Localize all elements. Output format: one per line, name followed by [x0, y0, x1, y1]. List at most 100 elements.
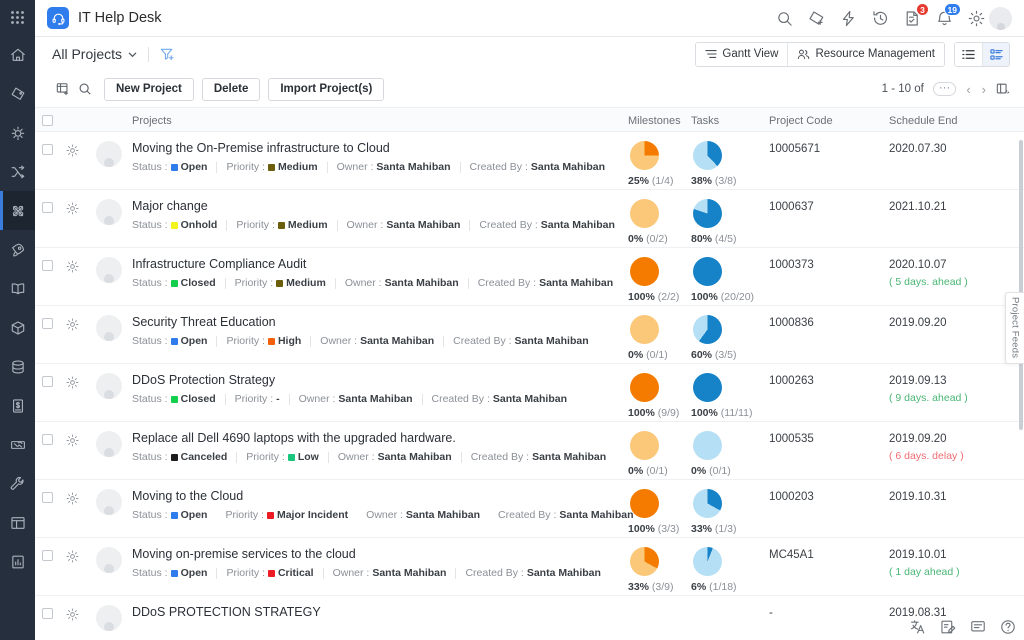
- sidebar-item-projects[interactable]: [0, 191, 35, 230]
- filter-add-icon[interactable]: [160, 47, 175, 62]
- row-checkbox[interactable]: [42, 434, 53, 445]
- project-filter-dropdown[interactable]: All Projects: [52, 46, 137, 62]
- sidebar-item-contracts[interactable]: [0, 425, 35, 464]
- chevron-right-icon[interactable]: ›: [981, 82, 987, 97]
- task-pie-chart: [693, 199, 722, 228]
- table-row[interactable]: Moving on-premise services to the cloud …: [35, 538, 1024, 596]
- row-checkbox[interactable]: [42, 144, 53, 155]
- column-settings-icon[interactable]: [52, 78, 74, 100]
- project-name-link[interactable]: Moving on-premise services to the cloud: [132, 547, 620, 561]
- created-by-value: Santa Mahiban: [532, 451, 606, 463]
- project-name-link[interactable]: Replace all Dell 4690 laptops with the u…: [132, 431, 620, 445]
- table-header: Projects Milestones Tasks Project Code S…: [35, 107, 1024, 132]
- row-settings-icon[interactable]: [60, 199, 85, 215]
- chat-icon: [970, 619, 986, 635]
- translate-icon: [910, 619, 926, 635]
- import-projects-button[interactable]: Import Project(s): [268, 78, 384, 101]
- priority-label: Priority :: [235, 277, 274, 289]
- owner-value: Santa Mahiban: [378, 451, 452, 463]
- user-avatar[interactable]: [989, 7, 1012, 30]
- table-row[interactable]: Moving the On-Premise infrastructure to …: [35, 132, 1024, 190]
- project-list[interactable]: Moving the On-Premise infrastructure to …: [35, 132, 1024, 640]
- row-checkbox[interactable]: [42, 492, 53, 503]
- apps-grid-icon[interactable]: [0, 0, 35, 35]
- history-icon[interactable]: [871, 9, 890, 28]
- row-checkbox[interactable]: [42, 318, 53, 329]
- sidebar-item-releases[interactable]: [0, 230, 35, 269]
- search-icon[interactable]: [775, 9, 794, 28]
- row-checkbox[interactable]: [42, 260, 53, 271]
- new-project-button[interactable]: New Project: [104, 78, 194, 101]
- list-view-icon[interactable]: [955, 43, 982, 66]
- settings-gear-icon[interactable]: [967, 9, 986, 28]
- pagination-more-button[interactable]: ···: [933, 82, 957, 96]
- translate-icon[interactable]: [910, 619, 926, 635]
- settings-gear-icon: [66, 260, 79, 273]
- quick-actions-icon[interactable]: [839, 9, 858, 28]
- project-feeds-tab[interactable]: Project Feeds: [1005, 292, 1024, 364]
- schedule-end-cell: 2019.10.01 ( 1 day ahead ): [889, 547, 1024, 578]
- project-name-link[interactable]: Major change: [132, 199, 620, 213]
- rocket-icon: [10, 242, 26, 258]
- status-badge: [171, 396, 178, 403]
- search-icon[interactable]: [74, 78, 96, 100]
- status-badge: [171, 280, 178, 287]
- sidebar-item-purchase[interactable]: [0, 386, 35, 425]
- sidebar-item-tickets[interactable]: [0, 74, 35, 113]
- sidebar-item-assets[interactable]: [0, 308, 35, 347]
- row-settings-icon[interactable]: [60, 373, 85, 389]
- chat-icon[interactable]: [970, 619, 986, 635]
- table-row[interactable]: Infrastructure Compliance Audit Status :…: [35, 248, 1024, 306]
- notifications-icon[interactable]: 19: [935, 9, 954, 28]
- select-all-checkbox[interactable]: [42, 115, 53, 126]
- gantt-view-button[interactable]: Gantt View: [696, 43, 787, 66]
- table-row[interactable]: DDoS PROTECTION STRATEGY - 2019.08.31: [35, 596, 1024, 640]
- delete-button[interactable]: Delete: [202, 78, 261, 101]
- project-name-link[interactable]: Security Threat Education: [132, 315, 620, 329]
- project-name-link[interactable]: Moving the On-Premise infrastructure to …: [132, 141, 620, 155]
- sidebar-item-dashboards[interactable]: [0, 503, 35, 542]
- help-icon[interactable]: [1000, 619, 1016, 635]
- project-name-link[interactable]: DDoS Protection Strategy: [132, 373, 620, 387]
- row-settings-icon[interactable]: [60, 489, 85, 505]
- table-row[interactable]: Replace all Dell 4690 laptops with the u…: [35, 422, 1024, 480]
- task-pie-chart: [693, 141, 722, 170]
- row-settings-icon[interactable]: [60, 315, 85, 331]
- detail-view-icon[interactable]: [982, 43, 1009, 66]
- vertical-scrollbar[interactable]: [1019, 140, 1023, 430]
- chevron-left-icon[interactable]: ‹: [965, 82, 971, 97]
- sidebar-item-home[interactable]: [0, 35, 35, 74]
- sidebar-item-setup[interactable]: [0, 464, 35, 503]
- row-settings-icon[interactable]: [60, 547, 85, 563]
- resource-management-button[interactable]: Resource Management: [787, 43, 944, 66]
- project-code-cell: MC45A1: [769, 547, 889, 561]
- sidebar-item-cmdb[interactable]: [0, 347, 35, 386]
- project-name-link[interactable]: DDoS PROTECTION STRATEGY: [132, 605, 620, 619]
- approvals-icon[interactable]: 3: [903, 9, 922, 28]
- table-row[interactable]: DDoS Protection Strategy Status : Closed…: [35, 364, 1024, 422]
- sidebar-item-problems[interactable]: [0, 113, 35, 152]
- row-settings-icon[interactable]: [60, 257, 85, 273]
- row-checkbox[interactable]: [42, 550, 53, 561]
- table-row[interactable]: Major change Status : Onhold Priority : …: [35, 190, 1024, 248]
- row-checkbox[interactable]: [42, 202, 53, 213]
- table-row[interactable]: Moving to the Cloud Status : Open Priori…: [35, 480, 1024, 538]
- row-checkbox[interactable]: [42, 376, 53, 387]
- layout-settings-icon[interactable]: [996, 82, 1010, 96]
- edit-note-icon[interactable]: [940, 619, 956, 635]
- sidebar-item-changes[interactable]: [0, 152, 35, 191]
- owner-label: Owner :: [337, 161, 374, 173]
- row-settings-icon[interactable]: [60, 431, 85, 447]
- add-ticket-icon[interactable]: [807, 9, 826, 28]
- sidebar-item-solutions[interactable]: [0, 269, 35, 308]
- row-settings-icon[interactable]: [60, 605, 85, 621]
- row-checkbox[interactable]: [42, 608, 53, 619]
- project-name-link[interactable]: Infrastructure Compliance Audit: [132, 257, 620, 271]
- status-field: Status : Open: [132, 335, 207, 347]
- sidebar-item-reports[interactable]: [0, 542, 35, 581]
- project-name-link[interactable]: Moving to the Cloud: [132, 489, 620, 503]
- created-by-value: Santa Mahiban: [559, 509, 633, 521]
- task-pie-chart: [693, 373, 722, 402]
- table-row[interactable]: Security Threat Education Status : Open …: [35, 306, 1024, 364]
- row-settings-icon[interactable]: [60, 141, 85, 157]
